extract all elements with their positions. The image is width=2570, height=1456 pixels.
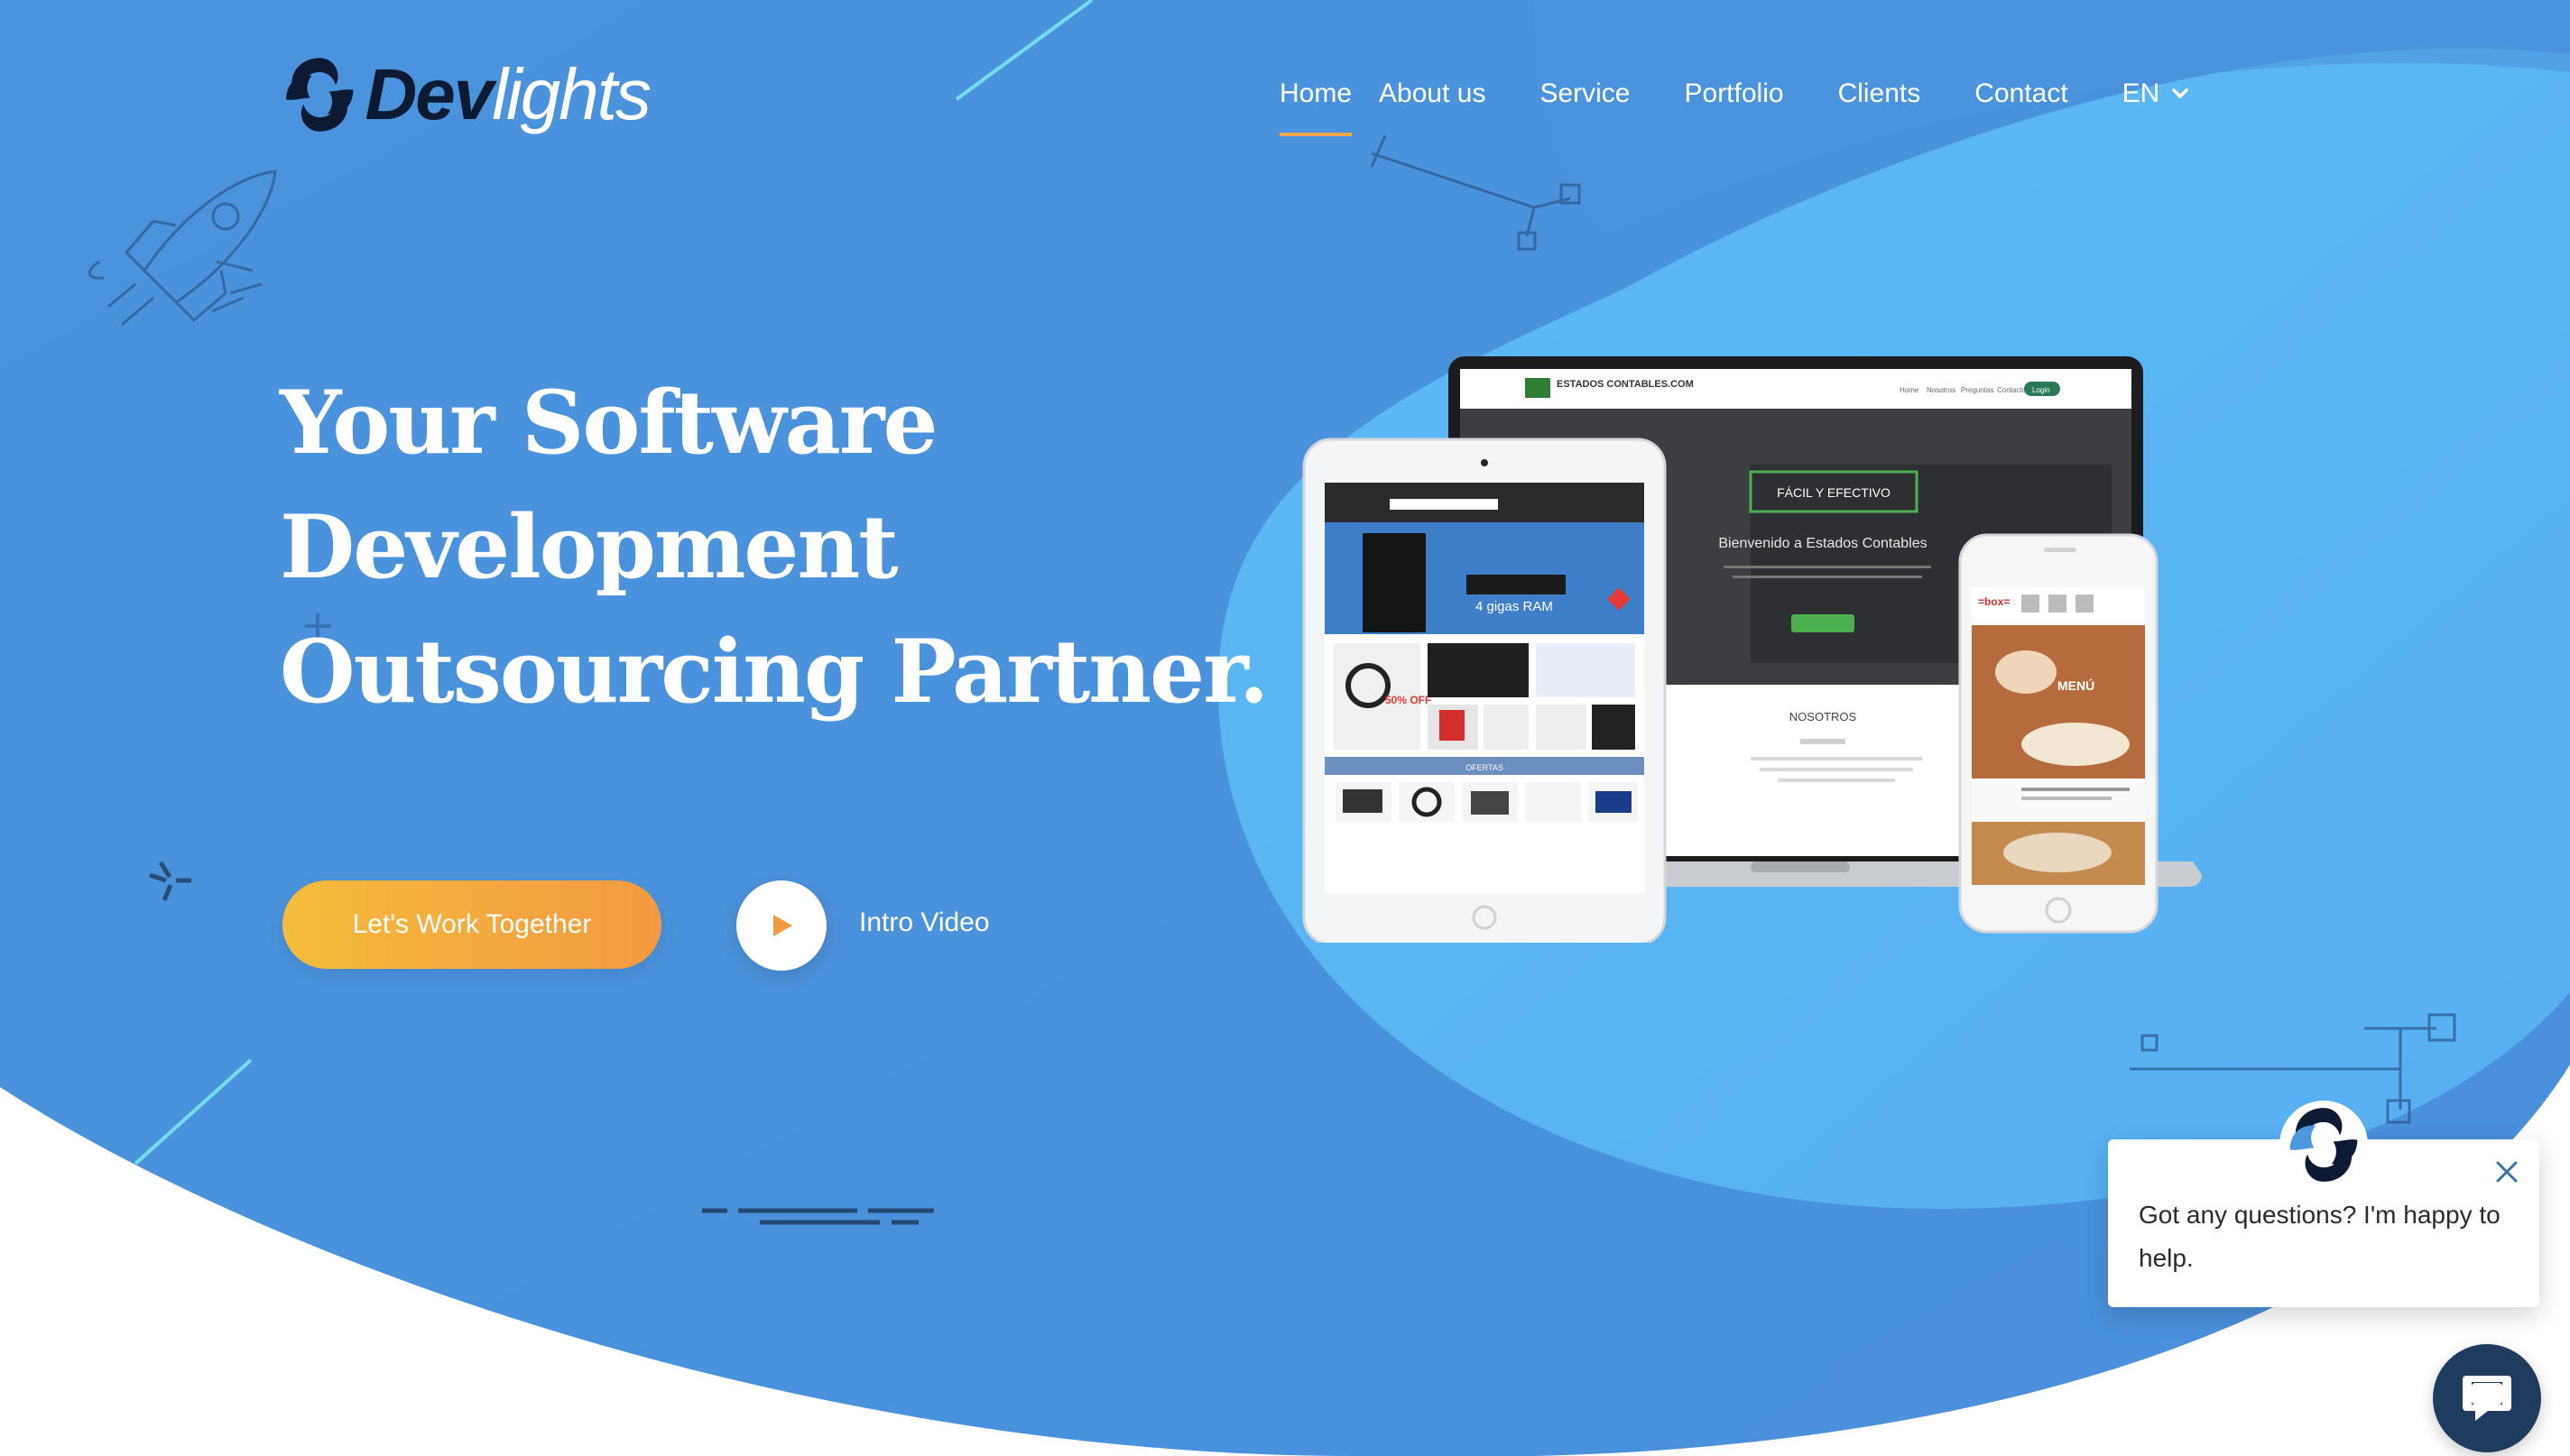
- nav-item-service[interactable]: Service: [1539, 78, 1630, 109]
- phone-brand: =box=: [1978, 595, 2010, 608]
- nav-label: Contact: [1974, 78, 2068, 108]
- nav-label: About us: [1379, 78, 1486, 108]
- hero-title-line: Outsourcing Partner.: [280, 621, 1269, 723]
- language-selector[interactable]: EN: [2122, 78, 2189, 109]
- nav-item-contact[interactable]: Contact: [1974, 78, 2067, 109]
- chevron-down-icon: [2172, 88, 2189, 99]
- laptop-site-logo: ESTADOS CONTABLES.COM: [1557, 379, 1694, 390]
- work-together-button[interactable]: Let's Work Together: [282, 880, 661, 969]
- play-video-button[interactable]: [736, 880, 827, 971]
- tablet-mockup: 4 gigas RAM 50% OFF OFERTAS: [1302, 438, 1667, 943]
- tablet-offers: OFERTAS: [1465, 763, 1503, 772]
- nav-item-clients[interactable]: Clients: [1838, 78, 1921, 109]
- laptop-nav-item: Preguntas: [1961, 386, 1993, 394]
- phone-mockup: =box= MENÚ: [1958, 533, 2159, 934]
- hero-title-line: Your Software: [280, 372, 938, 474]
- chat-message: Got any questions? I'm happy to help.: [2139, 1201, 2501, 1272]
- tablet-sale: 50% OFF: [1385, 694, 1431, 706]
- logo-icon: [286, 58, 354, 132]
- nav-item-about[interactable]: About us: [1379, 78, 1485, 109]
- language-label: EN: [2122, 78, 2160, 108]
- laptop-nav-item: Contacto: [1997, 386, 2027, 394]
- brand-logo[interactable]: Devlights: [280, 45, 652, 144]
- chat-avatar: [2279, 1101, 2368, 1189]
- nav-item-portfolio[interactable]: Portfolio: [1685, 78, 1784, 109]
- page: Devlights Home About us Service Portfoli…: [0, 0, 2570, 1456]
- hero-title: Your Software Development Outsourcing Pa…: [280, 361, 1269, 734]
- main-nav: Home About us Service Portfolio Clients …: [1280, 65, 2189, 136]
- nav-label: Home: [1280, 78, 1353, 108]
- cta-label: Let's Work Together: [352, 909, 592, 939]
- hero-title-line: Development: [280, 496, 899, 598]
- laptop-nav-item: Login: [2032, 386, 2050, 394]
- nav-label: Clients: [1837, 78, 1921, 108]
- laptop-nav-item: Home: [1900, 386, 1919, 394]
- phone-menu: MENÚ: [2057, 677, 2094, 693]
- logo-wordmark: Devlights: [365, 54, 652, 134]
- laptop-heading: Bienvenido a Estados Contables: [1718, 536, 1927, 551]
- chat-bubble-icon: [2463, 1376, 2511, 1421]
- tablet-banner: 4 gigas RAM: [1475, 599, 1553, 614]
- close-icon[interactable]: [2491, 1156, 2523, 1188]
- play-icon: [773, 915, 792, 936]
- chat-launcher-button[interactable]: [2433, 1344, 2541, 1452]
- devices-mockup: ESTADOS CONTABLES.COM Home Nosotros Preg…: [1302, 356, 2202, 943]
- laptop-section: NOSOTROS: [1789, 710, 1857, 723]
- nav-label: Service: [1539, 78, 1631, 108]
- nav-item-home[interactable]: Home: [1280, 78, 1353, 136]
- logo-icon: [2289, 1108, 2358, 1182]
- active-indicator: [1280, 133, 1353, 136]
- nav-label: Portfolio: [1684, 78, 1784, 108]
- laptop-nav-item: Nosotros: [1927, 386, 1955, 394]
- intro-video-link[interactable]: Intro Video: [859, 908, 990, 938]
- laptop-badge: FÁCIL Y EFECTIVO: [1777, 485, 1891, 500]
